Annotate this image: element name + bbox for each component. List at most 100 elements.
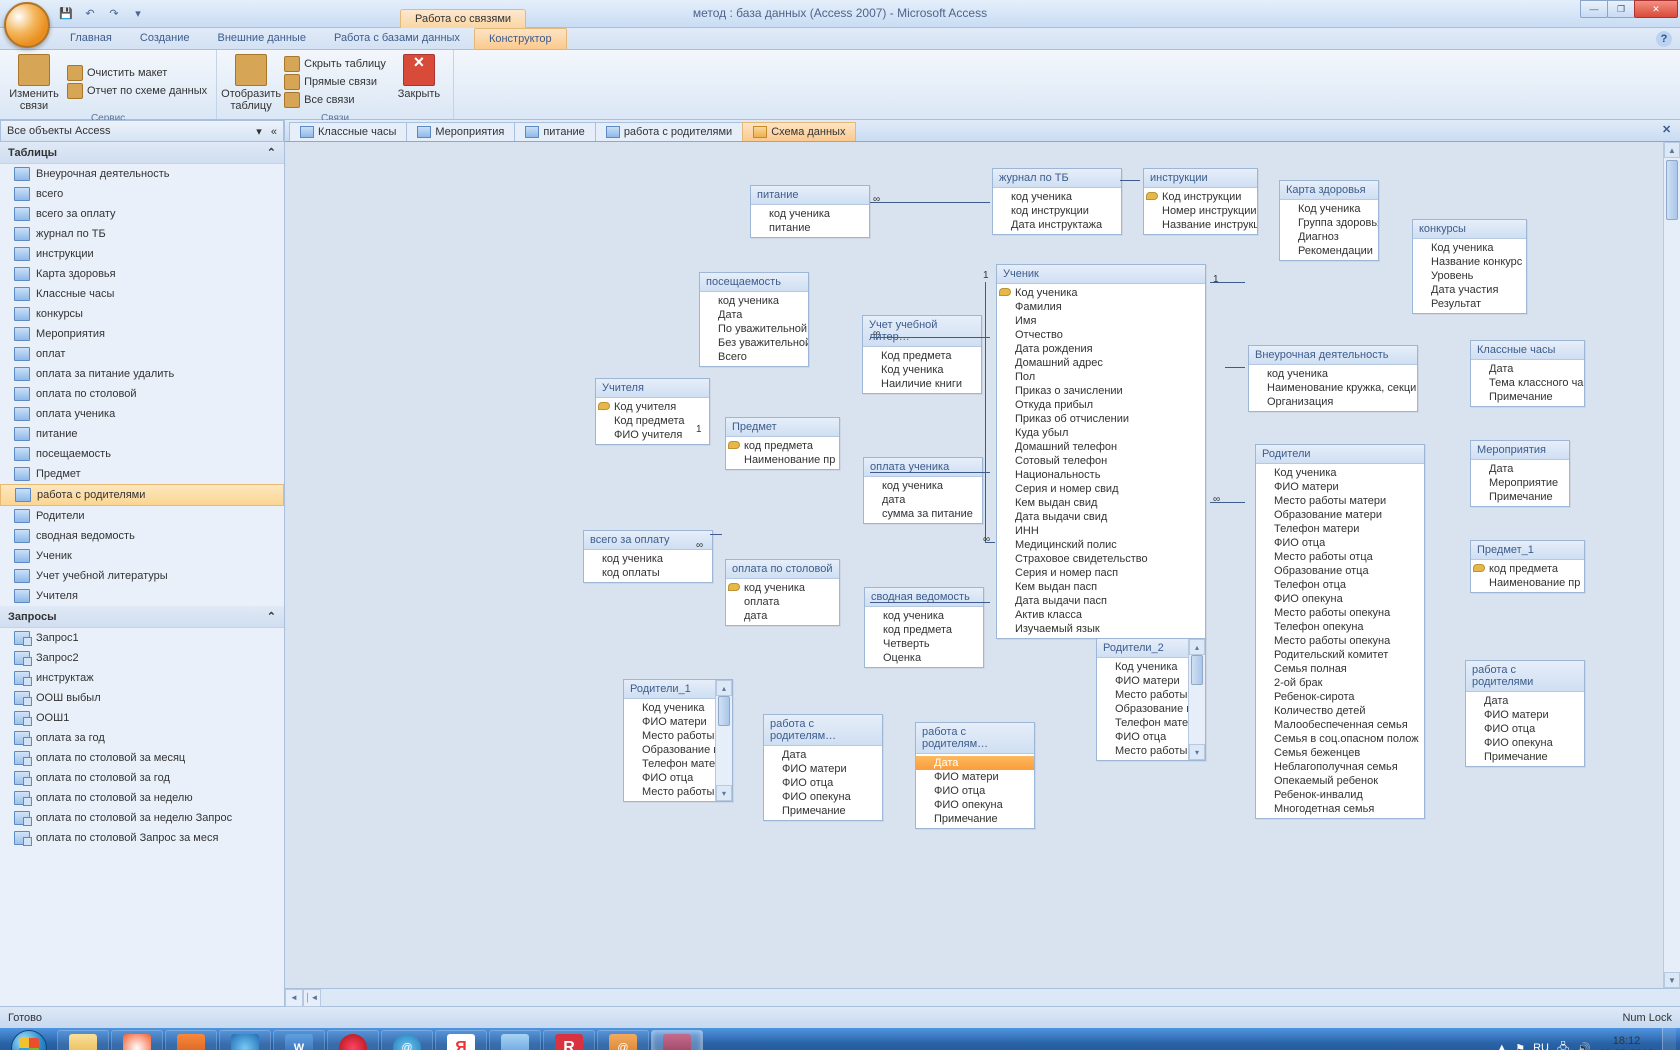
scroll-up-icon[interactable]: ▴	[1189, 639, 1205, 655]
tray-flag-icon[interactable]: ⚑	[1515, 1042, 1525, 1050]
table-field[interactable]: ФИО матери	[1466, 708, 1584, 722]
table-field[interactable]: Неблагополучная семья	[1256, 760, 1424, 774]
table-box[interactable]: работа с родителямиДатаФИО материФИО отц…	[1465, 660, 1585, 767]
table-field[interactable]: Телефон матери	[1256, 522, 1424, 536]
table-field[interactable]: Код предмета	[596, 414, 709, 428]
scroll-up-icon[interactable]: ▲	[1664, 142, 1680, 158]
nav-query-item[interactable]: оплата по столовой за неделю Запрос	[0, 808, 284, 828]
table-field[interactable]: Примечание	[764, 804, 882, 818]
table-field[interactable]: Код инструкции	[1144, 190, 1257, 204]
nav-table-item[interactable]: сводная ведомость	[0, 526, 284, 546]
table-field[interactable]: Приказ об отчислении	[997, 412, 1205, 426]
tray-clock[interactable]: 18:1210.02.2013	[1599, 1035, 1654, 1050]
table-field[interactable]: Куда убыл	[997, 426, 1205, 440]
table-field[interactable]: Дата	[764, 748, 882, 762]
tray-volume-icon[interactable]: 🔊	[1577, 1042, 1591, 1050]
table-box-header[interactable]: Учителя	[596, 379, 709, 398]
table-box-header[interactable]: работа с родителям…	[764, 715, 882, 746]
table-field[interactable]: Семья беженцев	[1256, 746, 1424, 760]
table-field[interactable]: Всего	[700, 350, 808, 364]
table-box[interactable]: УченикКод ученикаФамилияИмяОтчествоДата …	[996, 264, 1206, 639]
tab-external-data[interactable]: Внешние данные	[204, 28, 320, 49]
taskbar-mail2[interactable]	[489, 1030, 541, 1050]
table-field[interactable]: Пол	[997, 370, 1205, 384]
table-field[interactable]: Количество детей	[1256, 704, 1424, 718]
table-field[interactable]: Организация	[1249, 395, 1417, 409]
table-box[interactable]: конкурсыКод ученикаНазвание конкурсУрове…	[1412, 219, 1527, 314]
table-field[interactable]: Примечание	[1471, 390, 1584, 404]
nav-query-item[interactable]: ООШ выбыл	[0, 688, 284, 708]
table-field[interactable]: ФИО матери	[764, 762, 882, 776]
table-field[interactable]: Многодетная семья	[1256, 802, 1424, 816]
table-field[interactable]: код предмета	[1471, 562, 1584, 576]
nav-table-item[interactable]: оплат	[0, 344, 284, 364]
taskbar-app1[interactable]: R	[543, 1030, 595, 1050]
table-box-header[interactable]: Карта здоровья	[1280, 181, 1378, 200]
nav-table-item[interactable]: питание	[0, 424, 284, 444]
table-field[interactable]: ФИО опекуна	[1466, 736, 1584, 750]
table-field[interactable]: ФИО отца	[916, 784, 1034, 798]
nav-query-item[interactable]: Запрос1	[0, 628, 284, 648]
nav-table-item[interactable]: Родители	[0, 506, 284, 526]
table-field[interactable]: Название конкурс	[1413, 255, 1526, 269]
table-box-header[interactable]: сводная ведомость	[865, 588, 983, 607]
table-field[interactable]: код оплаты	[584, 566, 712, 580]
save-icon[interactable]: 💾	[56, 4, 76, 24]
table-field[interactable]: Серия и номер пасп	[997, 566, 1205, 580]
table-box[interactable]: посещаемостькод ученикаДатаПо уважительн…	[699, 272, 809, 367]
table-field[interactable]: Актив класса	[997, 608, 1205, 622]
table-field[interactable]: ФИО матери	[916, 770, 1034, 784]
table-field[interactable]: ФИО опекуна	[1256, 592, 1424, 606]
collapse-icon[interactable]: ⌃	[267, 146, 276, 159]
table-field[interactable]: Примечание	[916, 812, 1034, 826]
table-box-header[interactable]: работа с родителями	[1466, 661, 1584, 692]
nav-pane-header[interactable]: Все объекты Access▾ «	[0, 120, 284, 142]
table-field[interactable]: Семья в соц.опасном полож	[1256, 732, 1424, 746]
table-field[interactable]: Откуда прибыл	[997, 398, 1205, 412]
table-box[interactable]: УчителяКод учителяКод предметаФИО учител…	[595, 378, 710, 445]
scroll-down-icon[interactable]: ▾	[1189, 744, 1205, 760]
table-field[interactable]: дата	[864, 493, 982, 507]
nav-group-queries[interactable]: Запросы⌃	[0, 606, 284, 628]
scroll-up-icon[interactable]: ▴	[716, 680, 732, 696]
nav-query-item[interactable]: ООШ1	[0, 708, 284, 728]
table-field[interactable]: 2-ой брак	[1256, 676, 1424, 690]
table-box-header[interactable]: инструкции	[1144, 169, 1257, 188]
table-field[interactable]: Дата рождения	[997, 342, 1205, 356]
table-field[interactable]: Национальность	[997, 468, 1205, 482]
table-field[interactable]: код ученика	[993, 190, 1121, 204]
table-field[interactable]: Наиличие книги	[863, 377, 981, 391]
box-scrollbar[interactable]: ▴▾	[1188, 639, 1205, 760]
document-tab[interactable]: питание	[514, 122, 595, 141]
table-field[interactable]: ФИО отца	[1466, 722, 1584, 736]
tray-lang[interactable]: RU	[1533, 1042, 1549, 1050]
table-field[interactable]: Домашний адрес	[997, 356, 1205, 370]
table-field[interactable]: код ученика	[864, 479, 982, 493]
table-field[interactable]: Сотовый телефон	[997, 454, 1205, 468]
collapse-icon[interactable]: ⌃	[267, 610, 276, 623]
taskbar-opera[interactable]	[327, 1030, 379, 1050]
table-field[interactable]: ФИО опекуна	[764, 790, 882, 804]
table-field[interactable]: Образование матери	[1256, 508, 1424, 522]
document-tab[interactable]: Схема данных	[742, 122, 856, 141]
table-field[interactable]: ФИО учителя	[596, 428, 709, 442]
table-field[interactable]: Мероприятие	[1471, 476, 1569, 490]
table-box[interactable]: РодителиКод ученикаФИО материМесто работ…	[1255, 444, 1425, 819]
taskbar-app2[interactable]: @	[597, 1030, 649, 1050]
table-field[interactable]: Телефон отца	[1256, 578, 1424, 592]
table-field[interactable]: Место работы матери	[1256, 494, 1424, 508]
table-box[interactable]: работа с родителям…ДатаФИО материФИО отц…	[763, 714, 883, 821]
nav-table-item[interactable]: оплата по столовой	[0, 384, 284, 404]
start-button[interactable]	[2, 1028, 56, 1050]
taskbar-word[interactable]: W	[273, 1030, 325, 1050]
table-field[interactable]: Место работы опекуна	[1256, 634, 1424, 648]
table-field[interactable]: Отчество	[997, 328, 1205, 342]
table-box[interactable]: Предмет_1код предметаНаименование пр	[1470, 540, 1585, 593]
table-field[interactable]: Приказ о зачислении	[997, 384, 1205, 398]
table-field[interactable]: Примечание	[1466, 750, 1584, 764]
table-field[interactable]: код ученика	[726, 581, 839, 595]
table-box-header[interactable]: всего за оплату	[584, 531, 712, 550]
close-button[interactable]: ✕	[1634, 0, 1678, 18]
table-field[interactable]: ФИО отца	[1256, 536, 1424, 550]
edit-relations-button[interactable]: Изменить связи	[6, 52, 62, 112]
